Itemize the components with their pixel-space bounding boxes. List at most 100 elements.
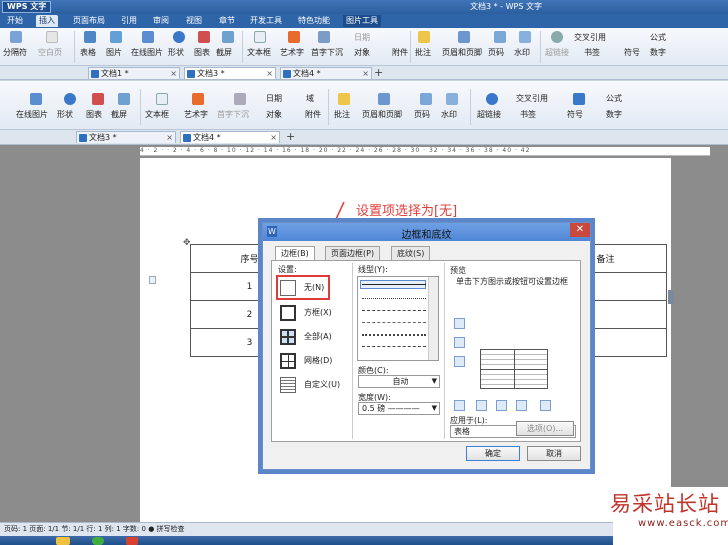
cross-reference-button[interactable]: 交叉引用 — [574, 32, 606, 43]
menu-tab-picture-tools[interactable]: 图片工具 — [343, 15, 381, 27]
cancel-button[interactable]: 取消 — [527, 446, 581, 461]
watermark-button[interactable]: 水印 — [514, 47, 530, 58]
chart-button[interactable]: 图表 — [194, 47, 210, 58]
border-inside-h-icon[interactable] — [454, 337, 465, 348]
close-icon[interactable]: × — [170, 68, 177, 80]
wordart-button-2[interactable]: 艺术字 — [184, 109, 208, 120]
horizontal-ruler[interactable]: 4 · 2 · · 2 · 4 · 6 · 8 · 10 · 12 · 14 ·… — [140, 147, 710, 156]
date-button[interactable]: 日期 — [354, 32, 370, 43]
linestyle-scrollbar[interactable] — [428, 277, 438, 360]
border-diagonal-up-icon[interactable] — [540, 400, 551, 411]
browser-icon[interactable] — [92, 537, 104, 545]
setting-none[interactable]: 无(N) — [278, 278, 348, 298]
online-picture-button-2[interactable]: 在线图片 — [16, 109, 48, 120]
tab-page-borders[interactable]: 页面边框(P) — [325, 246, 381, 260]
menu-tab-chapter[interactable]: 章节 — [216, 15, 238, 27]
setting-custom[interactable]: 自定义(U) — [278, 375, 348, 395]
watermark-button-2[interactable]: 水印 — [441, 109, 457, 120]
border-diagonal-down-icon[interactable] — [454, 400, 465, 411]
bookmark-button-2[interactable]: 书签 — [520, 109, 536, 120]
page-number-button-2[interactable]: 页码 — [414, 109, 430, 120]
symbol-button[interactable]: 符号 — [624, 47, 640, 58]
hyperlink-button-2[interactable]: 超链接 — [477, 109, 501, 120]
bookmark-button[interactable]: 书签 — [584, 47, 600, 58]
menu-tab-developer[interactable]: 开发工具 — [247, 15, 285, 27]
menu-tab-view[interactable]: 视图 — [183, 15, 205, 27]
formula-button-2[interactable]: 公式 — [606, 93, 622, 104]
side-panel-toggle-icon[interactable] — [668, 290, 674, 304]
linestyle-dotted[interactable] — [362, 298, 426, 299]
attachment-button-2[interactable]: 附件 — [305, 109, 321, 120]
menu-tab-insert[interactable]: 插入 — [36, 15, 58, 27]
screenshot-button-2[interactable]: 截屏 — [111, 109, 127, 120]
object-button[interactable]: 对象 — [354, 47, 370, 58]
close-icon[interactable]: × — [362, 68, 369, 80]
formula-button[interactable]: 公式 — [650, 32, 666, 43]
setting-all[interactable]: 全部(A) — [278, 327, 348, 347]
setting-box[interactable]: 方框(X) — [278, 303, 348, 323]
number-button[interactable]: 数字 — [650, 47, 666, 58]
doc-tab-3b[interactable]: 文档3 * × — [76, 131, 176, 143]
symbol-button-2[interactable]: 符号 — [567, 109, 583, 120]
doc-tab-1[interactable]: 文档1 * × — [88, 67, 180, 79]
doc-tab-4b[interactable]: 文档4 * × — [180, 131, 280, 143]
wordart-button[interactable]: 艺术字 — [280, 47, 304, 58]
object-button-2[interactable]: 对象 — [266, 109, 282, 120]
linestyle-dashed[interactable] — [362, 310, 426, 311]
page-number-button[interactable]: 页码 — [488, 47, 504, 58]
close-icon[interactable]: × — [270, 132, 277, 144]
doc-tab-3[interactable]: 文档3 * × — [184, 67, 276, 79]
menu-tab-review[interactable]: 审阅 — [150, 15, 172, 27]
dropcap-button[interactable]: 首字下沉 — [311, 47, 343, 58]
tab-shading[interactable]: 底纹(S) — [391, 246, 431, 260]
close-icon[interactable]: × — [166, 132, 173, 144]
menu-tab-home[interactable]: 开始 — [4, 15, 26, 27]
new-tab-icon[interactable]: + — [374, 66, 383, 79]
comment-button[interactable]: 批注 — [415, 47, 431, 58]
app-icon[interactable] — [126, 537, 138, 545]
app-menu-button[interactable]: WPS 文字 — [2, 1, 52, 13]
border-top-icon[interactable] — [454, 318, 465, 329]
new-tab-icon[interactable]: + — [286, 130, 295, 143]
screenshot-button[interactable]: 截屏 — [216, 47, 232, 58]
width-select[interactable]: 0.5 磅 ———— ▼ — [358, 402, 440, 415]
picture-button[interactable]: 图片 — [106, 47, 122, 58]
table-button[interactable]: 表格 — [80, 47, 96, 58]
options-button[interactable]: 选项(O)... — [516, 421, 574, 436]
border-left-icon[interactable] — [476, 400, 487, 411]
linestyle-dash-dot[interactable] — [362, 334, 426, 336]
online-picture-button[interactable]: 在线图片 — [131, 47, 163, 58]
menu-tab-layout[interactable]: 页面布局 — [70, 15, 108, 27]
header-footer-button[interactable]: 页眉和页脚 — [442, 47, 482, 58]
linestyle-dash-small[interactable] — [362, 322, 426, 323]
setting-grid[interactable]: 网格(D) — [278, 351, 348, 371]
menu-tab-reference[interactable]: 引用 — [118, 15, 140, 27]
field-button[interactable]: 域 — [306, 93, 314, 104]
comment-button-2[interactable]: 批注 — [334, 109, 350, 120]
linestyle-solid[interactable] — [362, 284, 426, 285]
date-button-2[interactable]: 日期 — [266, 93, 282, 104]
ok-button[interactable]: 确定 — [466, 446, 520, 461]
doc-tab-4[interactable]: 文档4 * × — [280, 67, 372, 79]
attachment-button[interactable]: 附件 — [392, 47, 408, 58]
chart-button-2[interactable]: 图表 — [86, 109, 102, 120]
border-inside-v-icon[interactable] — [496, 400, 507, 411]
dropcap-button-2[interactable]: 首字下沉 — [217, 109, 249, 120]
hyperlink-button[interactable]: 超链接 — [545, 47, 569, 58]
textbox-button[interactable]: 文本框 — [247, 47, 271, 58]
color-select[interactable]: 自动 ▼ — [358, 375, 440, 388]
border-preview[interactable] — [480, 349, 548, 389]
page-break-button[interactable]: 分隔符 — [3, 47, 27, 58]
menu-tab-features[interactable]: 特色功能 — [295, 15, 333, 27]
folder-icon[interactable] — [56, 537, 70, 545]
blank-page-button[interactable]: 空白页 — [38, 47, 62, 58]
cross-reference-button-2[interactable]: 交叉引用 — [516, 93, 548, 104]
close-icon[interactable]: ✕ — [570, 223, 590, 237]
close-icon[interactable]: × — [266, 68, 273, 80]
linestyle-list[interactable] — [357, 276, 439, 361]
number-button-2[interactable]: 数字 — [606, 109, 622, 120]
shape-button[interactable]: 形状 — [168, 47, 184, 58]
linestyle-long-dash[interactable] — [362, 346, 426, 347]
shape-button-2[interactable]: 形状 — [57, 109, 73, 120]
border-bottom-icon[interactable] — [454, 356, 465, 367]
